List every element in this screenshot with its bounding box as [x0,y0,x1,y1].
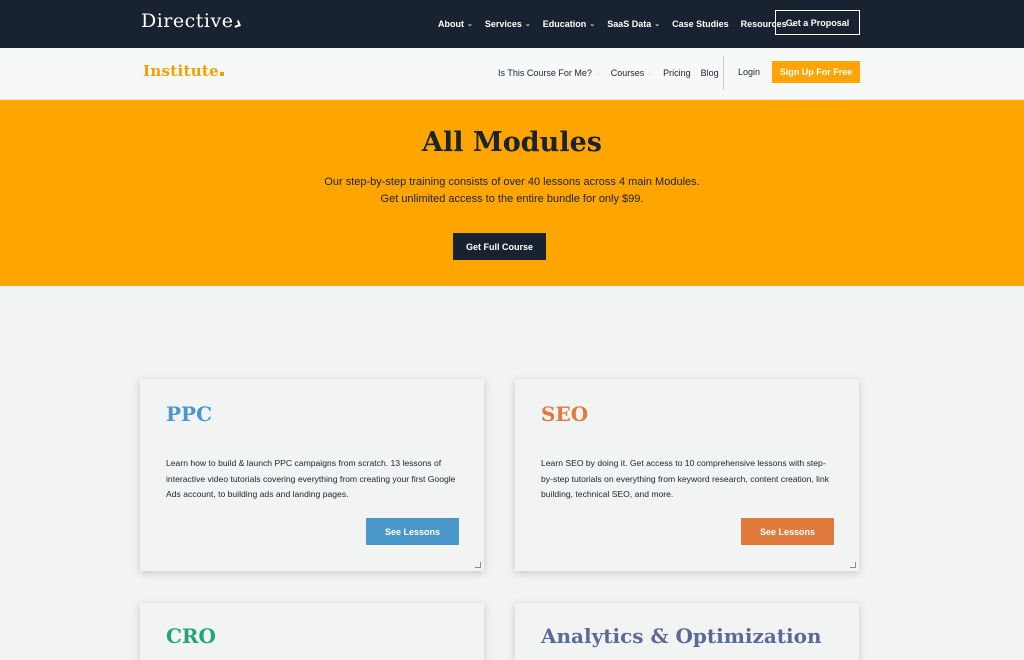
hero-description-line-2: Get unlimited access to the entire bundl… [380,193,644,205]
institute-logo[interactable]: Institute [143,62,225,80]
module-card-analytics: Analytics & Optimization [515,603,859,660]
chevron-down-icon: ⌄ [594,70,601,77]
module-title: Analytics & Optimization [541,624,822,648]
page-title: All Modules [422,127,602,158]
directive-logo[interactable]: Directive [141,10,242,32]
module-title: PPC [166,402,212,426]
module-title: SEO [541,402,589,426]
chevron-down-icon: ⌄ [654,21,661,28]
resize-grip-icon[interactable] [475,562,481,568]
nav-about-label: About [438,19,464,29]
subnav-pricing-label: Pricing [663,68,691,78]
hero-banner: All Modules Our step-by-step training co… [0,100,1024,286]
nav-case-studies-label: Case Studies [672,19,729,29]
subnav-course-for-me-label: Is This Course For Me? [498,68,592,78]
nav-about[interactable]: About ⌄ [438,19,473,29]
login-link[interactable]: Login [738,67,760,77]
chevron-down-icon: ⌄ [467,21,473,28]
subnav-courses[interactable]: Courses ⌄ [611,68,653,78]
nav-education-label: Education [542,19,587,29]
chevron-down-icon: ⌄ [647,70,654,77]
subnav-blog-label: Blog [700,68,719,78]
module-description: Learn SEO by doing it. Get access to 10 … [541,458,830,499]
see-lessons-button[interactable]: See Lessons [366,518,459,545]
nav-services[interactable]: Services ⌄ [485,19,531,29]
nav-saas-data-label: SaaS Data [607,19,652,29]
main-nav: About ⌄ Services ⌄ Education ⌄ SaaS Data ⌄ C… [438,0,796,48]
hero-description-line-1: Our step-by-step training consists of ov… [324,176,700,188]
nav-divider [723,56,724,90]
subnav-blog[interactable]: Blog [701,68,719,78]
module-card-seo: SEO Learn SEO by doing it. Get access to… [515,379,859,571]
subnav-pricing[interactable]: Pricing [663,68,691,78]
logo-tick-icon [233,20,242,28]
subnav-course-for-me[interactable]: Is This Course For Me? ⌄ [498,68,601,78]
module-title: CRO [166,624,216,648]
get-proposal-button[interactable]: Get a Proposal [775,10,860,35]
subnav-courses-label: Courses [610,68,645,78]
get-full-course-button[interactable]: Get Full Course [453,233,546,260]
nav-case-studies[interactable]: Case Studies [672,19,729,29]
module-card-cro: CRO [140,603,484,660]
module-description: Learn how to build & launch PPC campaign… [166,458,456,499]
chevron-down-icon: ⌄ [589,21,596,28]
top-navbar: Directive About ⌄ Services ⌄ Education ⌄ Sa… [0,0,1024,48]
nav-education[interactable]: Education ⌄ [543,19,595,29]
institute-nav: Is This Course For Me? ⌄ Courses ⌄ Pricing… [498,48,719,98]
chevron-down-icon: ⌄ [524,21,531,28]
module-card-ppc: PPC Learn how to build & launch PPC camp… [140,379,484,571]
directive-logo-text: Directive [141,10,234,32]
resize-grip-icon[interactable] [850,562,856,568]
institute-logo-text: Institute [143,62,220,80]
nav-services-label: Services [484,19,522,29]
logo-square-icon [220,72,225,76]
signup-button[interactable]: Sign Up For Free [772,61,860,83]
nav-saas-data[interactable]: SaaS Data ⌄ [607,19,660,29]
see-lessons-button[interactable]: See Lessons [741,518,834,545]
institute-navbar: Institute Is This Course For Me? ⌄ Course… [0,48,1024,100]
